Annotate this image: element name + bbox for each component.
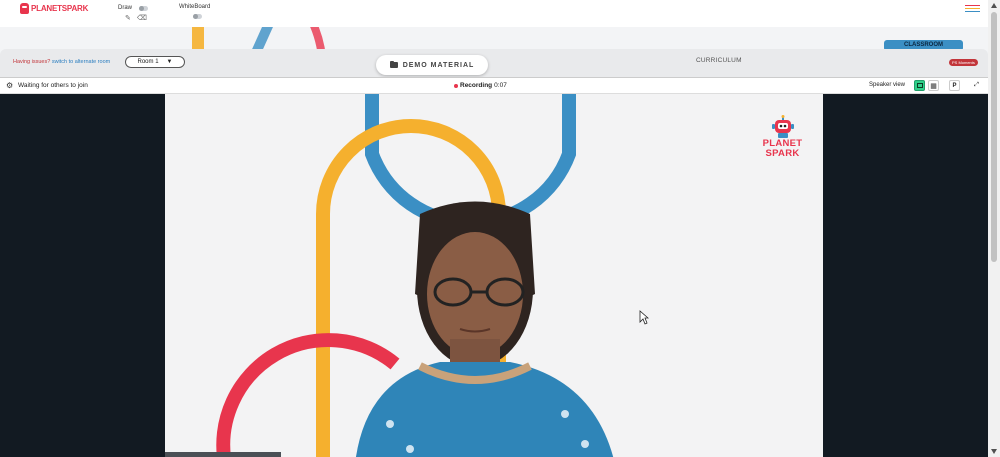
curriculum-tab[interactable]: CURRICULUM — [696, 57, 742, 64]
speaker-video — [165, 94, 823, 457]
waiting-status: Waiting for others to join — [18, 82, 88, 89]
fullscreen-icon[interactable]: ⤢ — [971, 80, 982, 91]
brand-line-2: SPARK — [765, 148, 800, 159]
stage-brand-logo: PLANET SPARK — [760, 115, 805, 159]
speaker-view-icon — [916, 83, 923, 88]
triangle-down-icon: ▼ — [166, 59, 173, 65]
demo-material-button[interactable]: DEMO MATERIAL — [376, 55, 488, 75]
speaker-view-button[interactable] — [914, 80, 925, 91]
switch-room-link[interactable]: switch to alternate room — [52, 59, 110, 65]
moments-badge-label: PS Moments — [952, 60, 975, 65]
recording-label: Recording — [460, 82, 493, 89]
eraser-icon[interactable]: ⌫ — [137, 15, 147, 22]
scroll-thumb[interactable] — [991, 12, 997, 262]
folder-icon — [389, 61, 398, 68]
mouse-cursor-icon — [639, 310, 649, 325]
video-background-art — [216, 94, 614, 457]
scroll-down-icon[interactable] — [991, 449, 997, 454]
scroll-up-icon[interactable] — [991, 3, 997, 8]
whiteboard-toggle[interactable] — [193, 14, 202, 19]
grid-view-button[interactable]: ▦ — [928, 80, 939, 91]
draw-label: Draw — [118, 5, 133, 11]
participant-strip[interactable] — [165, 452, 281, 457]
recording-dot-icon — [454, 83, 458, 88]
draw-toggle[interactable] — [139, 6, 148, 11]
speaker-view-label: Speaker view — [869, 82, 906, 88]
menu-hamburger-icon[interactable] — [965, 5, 980, 13]
logo-text: PLANETSPARK — [31, 4, 89, 13]
issues-notice: Having issues? switch to alternate room — [13, 59, 110, 65]
ps-moments-badge[interactable]: PS Moments — [949, 59, 978, 66]
whiteboard-label: WhiteBoard — [179, 4, 211, 10]
top-bar: PLANETSPARK Draw ✎ ⌫ WhiteBoard — [0, 0, 988, 27]
robot-mascot-icon — [771, 115, 794, 139]
demo-material-label: DEMO MATERIAL — [402, 61, 475, 69]
planetspark-logo[interactable]: PLANETSPARK — [20, 3, 88, 14]
room-select[interactable]: Room 1 ▼ — [125, 56, 185, 68]
issues-text: Having issues? — [13, 59, 51, 65]
recording-time: 0:07 — [494, 82, 507, 89]
recording-indicator: Recording 0:07 — [454, 82, 507, 89]
room-select-value: Room 1 — [137, 59, 159, 65]
grid-icon: ▦ — [930, 82, 937, 90]
p-button[interactable]: P — [949, 80, 960, 91]
app-window: PLANETSPARK Draw ✎ ⌫ WhiteBoard CLASSROO… — [0, 0, 1000, 457]
pencil-icon[interactable]: ✎ — [125, 15, 131, 22]
robot-logo-icon — [20, 3, 29, 14]
gear-icon[interactable]: ⚙ — [6, 81, 13, 90]
page-scrollbar[interactable] — [988, 0, 1000, 457]
